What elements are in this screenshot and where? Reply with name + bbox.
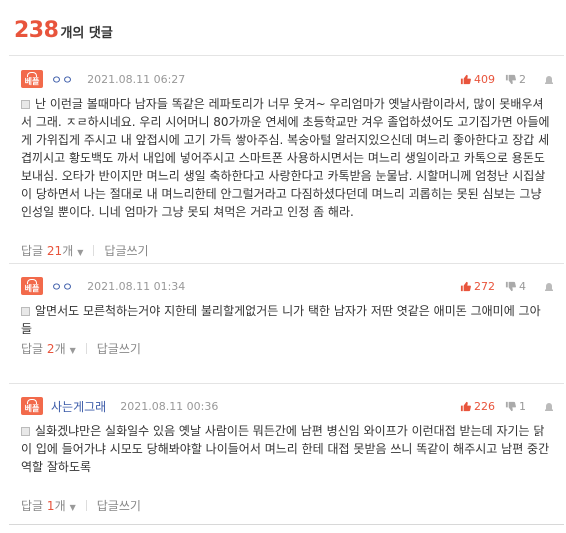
comment-body: 난 이런글 볼때마다 남자들 똑같은 레파토리가 너무 웃겨~ 우리엄마가 옛날… xyxy=(21,97,550,219)
comment-date: 2021.08.11 01:34 xyxy=(87,279,186,293)
siren-icon xyxy=(545,403,553,411)
comment-nickname[interactable]: ㅇㅇ xyxy=(51,278,73,295)
comment-list: 베플 ㅇㅇ 2021.08.11 06:27 409 2 난 이런글 볼때마다 … xyxy=(9,55,564,525)
caret-down-icon: ▼ xyxy=(69,503,76,512)
reply-toggle[interactable]: 답글 21개 ▼ xyxy=(21,242,83,259)
report-button[interactable] xyxy=(544,401,554,411)
reply-row: 답글 21개 ▼ 답글쓰기 xyxy=(21,242,149,259)
caret-down-icon: ▼ xyxy=(77,248,84,257)
caret-down-icon: ▼ xyxy=(69,346,76,355)
dislike-button[interactable]: 2 xyxy=(505,73,526,86)
comment-nickname[interactable]: 사는게그래 xyxy=(51,398,106,415)
comment-date: 2021.08.11 00:36 xyxy=(120,399,219,413)
comment-body: 실화겠냐만은 실화일수 있음 옛날 사람이든 뭐든간에 남편 병신임 와이프가 … xyxy=(21,424,550,474)
thumbs-up-icon xyxy=(460,281,471,291)
write-reply-button[interactable]: 답글쓰기 xyxy=(97,497,141,514)
reply-toggle[interactable]: 답글 1개 ▼ xyxy=(21,497,76,514)
comment-item: 베플 사는게그래 2021.08.11 00:36 226 1 실화겠냐만은 실… xyxy=(9,384,564,525)
write-reply-button[interactable]: 답글쓰기 xyxy=(97,340,141,357)
best-badge: 베플 xyxy=(21,397,43,415)
comment-actions: 272 4 xyxy=(460,276,554,296)
write-reply-button[interactable]: 답글쓰기 xyxy=(104,242,148,259)
siren-icon xyxy=(545,76,553,84)
best-badge: 베플 xyxy=(21,277,43,295)
comment-body: 알면서도 모른척하는거야 지한테 불리할게없거든 니가 택한 남자가 저딴 엿같… xyxy=(21,304,541,336)
comment-actions: 409 2 xyxy=(460,69,554,89)
thumbs-down-icon xyxy=(505,401,516,411)
like-button[interactable]: 272 xyxy=(460,280,495,293)
reply-toggle[interactable]: 답글 2개 ▼ xyxy=(21,340,76,357)
dislike-count: 2 xyxy=(519,72,526,86)
comment-count: 238 xyxy=(14,18,59,43)
like-count: 226 xyxy=(474,399,495,413)
comment-item: 베플 ㅇㅇ 2021.08.11 06:27 409 2 난 이런글 볼때마다 … xyxy=(9,56,564,264)
reply-row: 답글 1개 ▼ 답글쓰기 xyxy=(21,497,141,514)
thumbs-up-icon xyxy=(460,74,471,84)
reply-row: 답글 2개 ▼ 답글쓰기 xyxy=(21,340,141,357)
dislike-button[interactable]: 4 xyxy=(505,280,526,293)
like-button[interactable]: 409 xyxy=(460,73,495,86)
thumbs-up-icon xyxy=(460,401,471,411)
comment-date: 2021.08.11 06:27 xyxy=(87,72,186,86)
comment-nickname[interactable]: ㅇㅇ xyxy=(51,71,73,88)
best-badge: 베플 xyxy=(21,70,43,88)
dislike-button[interactable]: 1 xyxy=(505,400,526,413)
comment-item: 베플 ㅇㅇ 2021.08.11 01:34 272 4 알면서도 모른척하는거… xyxy=(9,264,564,384)
dislike-count: 4 xyxy=(519,279,526,293)
thumbs-down-icon xyxy=(505,281,516,291)
dislike-count: 1 xyxy=(519,399,526,413)
like-count: 272 xyxy=(474,279,495,293)
comment-count-suffix: 개의 댓글 xyxy=(60,26,113,41)
comment-marker-icon xyxy=(21,307,30,316)
comment-marker-icon xyxy=(21,100,30,109)
comment-marker-icon xyxy=(21,427,30,436)
comment-actions: 226 1 xyxy=(460,396,554,416)
report-button[interactable] xyxy=(544,74,554,84)
comments-header: 238 개의 댓글 xyxy=(14,18,113,43)
like-count: 409 xyxy=(474,72,495,86)
siren-icon xyxy=(545,283,553,291)
like-button[interactable]: 226 xyxy=(460,400,495,413)
report-button[interactable] xyxy=(544,281,554,291)
thumbs-down-icon xyxy=(505,74,516,84)
